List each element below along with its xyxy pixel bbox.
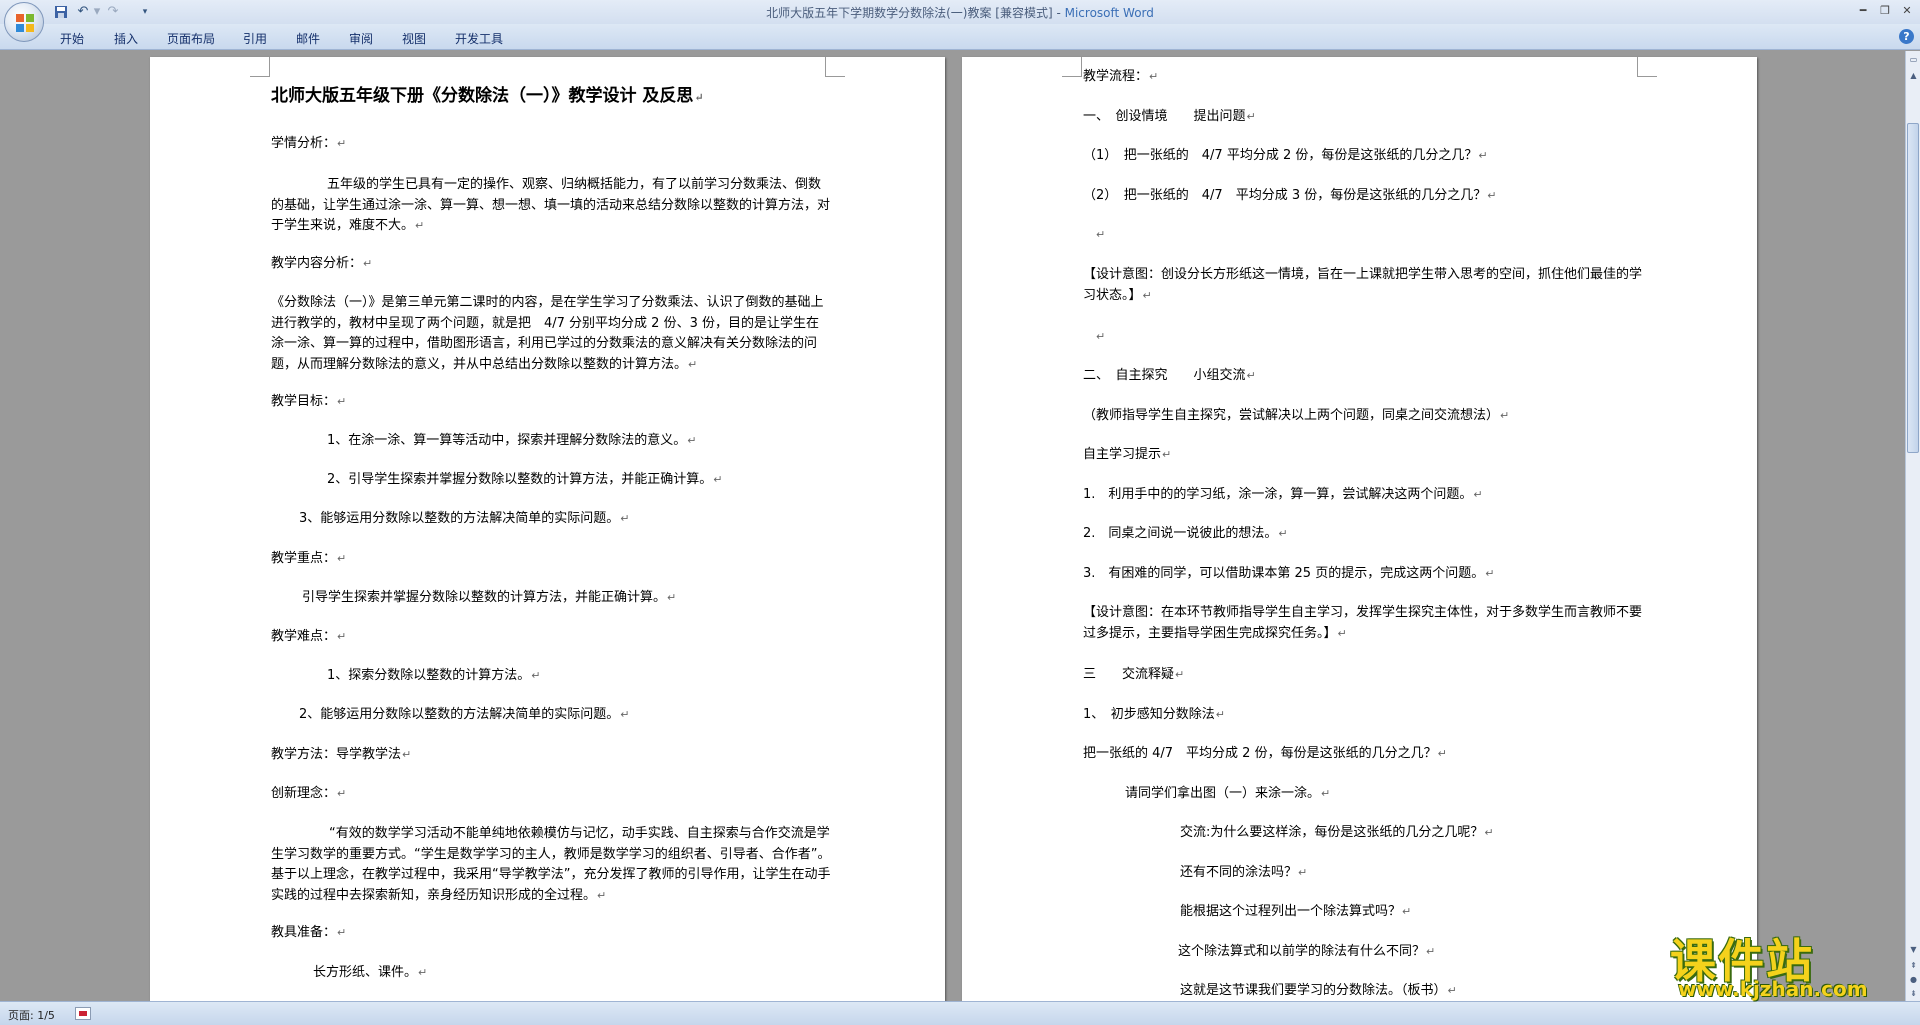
restore-icon[interactable]: ❐ [1874, 3, 1896, 19]
document-name: 北师大版五年下学期数学分数除法(一)教案 [兼容模式] - [766, 6, 1065, 20]
heading-teaching-aids: 教具准备：↵ [271, 925, 347, 940]
document-page-1[interactable]: 北师大版五年级下册《分数除法（一）》教学设计 及反思↵ 学情分析：↵ 五年级的学… [150, 57, 945, 1001]
self-study-tips: 自主学习提示↵ [1083, 447, 1172, 462]
watermark-logo: 课件站 www.kjzhan.com [1670, 925, 1905, 1003]
guidance-note: （教师指导学生自主探究，尝试解决以上两个问题，同桌之间交流想法）↵ [1083, 408, 1510, 423]
objective-2: 2、引导学生探索并掌握分数除以整数的计算方法，并能正确计算。↵ [327, 472, 723, 487]
office-button[interactable] [4, 2, 44, 42]
tip-2: 2. 同桌之间说一说彼此的想法。↵ [1083, 526, 1288, 541]
heading-content-analysis: 教学内容分析：↵ [271, 256, 373, 271]
board-writing-note: 这就是这节课我们要学习的分数除法。（板书）↵ [1180, 983, 1457, 998]
paragraph-student-analysis: 五年级的学生已具有一定的操作、观察、归纳概括能力，有了以前学习分数乘法、倒数的基… [271, 177, 831, 233]
section-1-heading: 一、 创设情境 提出问题↵ [1083, 109, 1256, 124]
select-browse-object-icon[interactable]: ● [1907, 973, 1920, 987]
section-3-heading: 三 交流释疑↵ [1083, 667, 1185, 682]
tip-1: 1. 利用手中的的学习纸，涂一涂，算一算，尝试解决这两个问题。↵ [1083, 487, 1483, 502]
discussion-question-2: 还有不同的涂法吗？↵ [1180, 865, 1308, 880]
heading-process: 教学流程：↵ [1083, 69, 1159, 84]
paragraph-key-points: 引导学生探索并掌握分数除以整数的计算方法，并能正确计算。↵ [302, 590, 677, 605]
title-bar: ↶ ▾ ↷ ▾ 北师大版五年下学期数学分数除法(一)教案 [兼容模式] - Mi… [0, 0, 1920, 42]
close-icon[interactable]: ✕ [1896, 3, 1918, 19]
heading-objectives: 教学目标：↵ [271, 394, 347, 409]
tab-review[interactable]: 审阅 [349, 30, 373, 47]
vertical-scrollbar[interactable]: ▭ ▲ ▼ ⇞ ● ⇟ [1905, 51, 1920, 1001]
objective-3: 3、能够运用分数除以整数的方法解决简单的实际问题。↵ [299, 511, 630, 526]
tab-mailings[interactable]: 邮件 [296, 30, 320, 47]
page-counter[interactable]: 页面: 1/5 [8, 1007, 55, 1023]
minimize-icon[interactable]: ━ [1852, 3, 1874, 19]
window-title: 北师大版五年下学期数学分数除法(一)教案 [兼容模式] - Microsoft … [0, 4, 1920, 21]
margin-corner-mark [825, 57, 845, 77]
help-icon[interactable]: ? [1899, 29, 1914, 44]
previous-page-icon[interactable]: ⇞ [1907, 959, 1920, 973]
section-2-heading: 二、 自主探究 小组交流↵ [1083, 368, 1256, 383]
tab-references[interactable]: 引用 [243, 30, 267, 47]
tab-insert[interactable]: 插入 [114, 30, 138, 47]
tip-3: 3. 有困难的同学，可以借助课本第 25 页的提示，完成这两个问题。↵ [1083, 566, 1495, 581]
office-logo-icon [16, 14, 34, 32]
paragraph-teaching-aids: 长方形纸、课件。↵ [313, 965, 428, 980]
document-title: 北师大版五年级下册《分数除法（一）》教学设计 及反思↵ [271, 86, 704, 106]
empty-line: ↵ [1096, 228, 1106, 241]
difficulty-1: 1、探索分数除以整数的计算方法。↵ [327, 668, 541, 683]
tab-page-layout[interactable]: 页面布局 [167, 30, 215, 47]
document-workspace: 北师大版五年级下册《分数除法（一）》教学设计 及反思↵ 学情分析：↵ 五年级的学… [0, 51, 1905, 1001]
question-1: （1） 把一张纸的 4/7 平均分成 2 份，每份是这张纸的几分之几？↵ [1083, 148, 1488, 163]
status-bar: 页面: 1/5 [0, 1001, 1920, 1025]
document-page-2[interactable]: 教学流程：↵ 一、 创设情境 提出问题↵ （1） 把一张纸的 4/7 平均分成 … [962, 57, 1757, 1001]
teaching-method: 教学方法：导学教学法↵ [271, 747, 412, 762]
subsection-1-heading: 1、 初步感知分数除法↵ [1083, 707, 1225, 722]
empty-line: ↵ [1096, 330, 1106, 343]
app-name: Microsoft Word [1064, 6, 1154, 20]
tab-view[interactable]: 视图 [402, 30, 426, 47]
discussion-question-4: 这个除法算式和以前学的除法有什么不同？↵ [1178, 944, 1436, 959]
design-intent-2: 【设计意图：在本环节教师指导学生自主学习，发挥学生探究主体性，对于多数学生而言教… [1083, 605, 1643, 641]
proofing-icon[interactable] [75, 1007, 91, 1020]
paragraph-content-analysis: 《分数除法（一）》是第三单元第二课时的内容，是在学生学习了分数乘法、认识了倒数的… [271, 295, 824, 372]
discussion-question-1: 交流:为什么要这样涂，每份是这张纸的几分之几呢？↵ [1180, 825, 1494, 840]
scroll-down-icon[interactable]: ▼ [1907, 943, 1920, 957]
ribbon-tabs: 开始 插入 页面布局 引用 邮件 审阅 视图 开发工具 ? [0, 24, 1920, 50]
question-2: （2） 把一张纸的 4/7 平均分成 3 份，每份是这张纸的几分之几？↵ [1083, 188, 1497, 203]
margin-corner-mark [1062, 57, 1082, 77]
heading-student-analysis: 学情分析：↵ [271, 136, 347, 151]
scroll-up-icon[interactable]: ▲ [1907, 69, 1920, 83]
instruction-color-in: 请同学们拿出图（一）来涂一涂。↵ [1125, 786, 1331, 801]
paragraph-innovation: “有效的数学学习活动不能单纯地依赖模仿与记忆，动手实践、自主探索与合作交流是学生… [271, 826, 831, 903]
heading-difficulties: 教学难点：↵ [271, 629, 347, 644]
next-page-icon[interactable]: ⇟ [1907, 987, 1920, 1001]
objective-1: 1、在涂一涂、算一算等活动中，探索并理解分数除法的意义。↵ [327, 433, 697, 448]
heading-innovation: 创新理念：↵ [271, 786, 347, 801]
scrollbar-thumb[interactable] [1907, 123, 1919, 453]
tab-developer[interactable]: 开发工具 [455, 30, 503, 47]
design-intent-1: 【设计意图：创设分长方形纸这一情境，旨在一上课就把学生带入思考的空间，抓住他们最… [1083, 267, 1643, 303]
difficulty-2: 2、能够运用分数除以整数的方法解决简单的实际问题。↵ [299, 707, 630, 722]
tab-home[interactable]: 开始 [60, 30, 84, 47]
heading-key-points: 教学重点：↵ [271, 551, 347, 566]
problem-statement: 把一张纸的 4/7 平均分成 2 份，每份是这张纸的几分之几？↵ [1083, 746, 1447, 761]
discussion-question-3: 能根据这个过程列出一个除法算式吗？↵ [1180, 904, 1412, 919]
ruler-toggle-icon[interactable]: ▭ [1907, 53, 1920, 67]
watermark-url: www.kjzhan.com [1678, 977, 1868, 1001]
margin-corner-mark [250, 57, 270, 77]
